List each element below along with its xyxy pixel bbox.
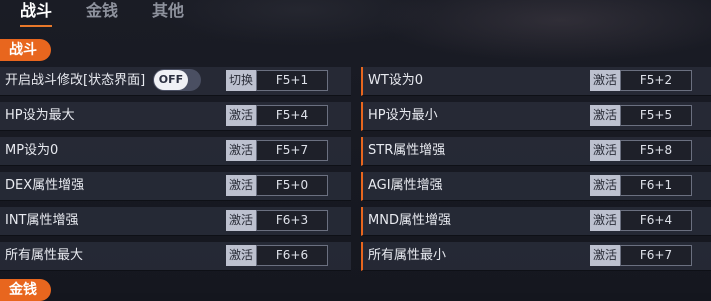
hotkey-action: 激活 [226,245,256,266]
option-label: 开启战斗修改[状态界面] [5,73,146,88]
hotkey-action: 切换 [226,70,256,91]
hotkey-button[interactable]: 激活 F6+1 [590,175,692,196]
hotkey-key: F5+5 [620,105,692,126]
hotkey-action: 激活 [226,175,256,196]
tab-bar: 战斗 金钱 其他 [0,0,711,27]
option-row: DEX属性增强 激活 F5+0 [0,172,351,201]
hotkey-action: 激活 [590,70,620,91]
hotkey-action: 激活 [590,140,620,161]
hotkey-button[interactable]: 切换 F5+1 [226,70,328,91]
hotkey-key: F5+1 [256,70,328,91]
option-label: MND属性增强 [368,213,451,228]
hotkey-key: F6+3 [256,210,328,231]
hotkey-key: F6+1 [620,175,692,196]
tab-combat[interactable]: 战斗 [20,0,53,27]
option-label: STR属性增强 [368,143,446,158]
option-label: HP设为最小 [368,108,438,123]
hotkey-action: 激活 [226,140,256,161]
option-label: 所有属性最小 [368,248,447,263]
option-label: WT设为0 [368,73,424,88]
hotkey-button[interactable]: 激活 F6+4 [590,210,692,231]
tab-money[interactable]: 金钱 [86,0,118,24]
tab-other[interactable]: 其他 [152,0,184,24]
hotkey-key: F5+7 [256,140,328,161]
hotkey-button[interactable]: 激活 F5+5 [590,105,692,126]
option-row: HP设为最小 激活 F5+5 [361,102,711,131]
option-row: INT属性增强 激活 F6+3 [0,207,351,236]
hotkey-key: F5+8 [620,140,692,161]
option-row: MP设为0 激活 F5+7 [0,137,351,166]
option-row: 所有属性最大 激活 F6+6 [0,242,351,271]
hotkey-action: 激活 [226,105,256,126]
hotkey-button[interactable]: 激活 F5+0 [226,175,328,196]
option-label: DEX属性增强 [5,178,85,193]
section-title-money: 金钱 [0,279,51,301]
option-label: HP设为最大 [5,108,75,123]
option-label: MP设为0 [5,143,59,158]
hotkey-action: 激活 [590,245,620,266]
option-row: WT设为0 激活 F5+2 [361,67,711,96]
option-row: 开启战斗修改[状态界面] OFF 切换 F5+1 [0,67,351,96]
section-title-combat: 战斗 [0,39,51,61]
option-label: 所有属性最大 [5,248,84,263]
hotkey-key: F6+7 [620,245,692,266]
option-label: INT属性增强 [5,213,79,228]
hotkey-key: F5+0 [256,175,328,196]
option-row: MND属性增强 激活 F6+4 [361,207,711,236]
hotkey-key: F5+2 [620,70,692,91]
hotkey-action: 激活 [590,105,620,126]
option-row: 所有属性最小 激活 F6+7 [361,242,711,271]
hotkey-button[interactable]: 激活 F6+7 [590,245,692,266]
hotkey-button[interactable]: 激活 F5+2 [590,70,692,91]
battle-mod-toggle[interactable]: OFF [153,69,201,91]
option-row: STR属性增强 激活 F5+8 [361,137,711,166]
option-row: HP设为最大 激活 F5+4 [0,102,351,131]
hotkey-button[interactable]: 激活 F6+3 [226,210,328,231]
hotkey-key: F6+4 [620,210,692,231]
hotkey-action: 激活 [226,210,256,231]
option-label: AGI属性增强 [368,178,443,193]
hotkey-button[interactable]: 激活 F6+6 [226,245,328,266]
option-row: AGI属性增强 激活 F6+1 [361,172,711,201]
hotkey-key: F6+6 [256,245,328,266]
hotkey-button[interactable]: 激活 F5+8 [590,140,692,161]
hotkey-key: F5+4 [256,105,328,126]
toggle-knob: OFF [154,70,188,90]
hotkey-button[interactable]: 激活 F5+4 [226,105,328,126]
hotkey-button[interactable]: 激活 F5+7 [226,140,328,161]
hotkey-action: 激活 [590,175,620,196]
hotkey-action: 激活 [590,210,620,231]
